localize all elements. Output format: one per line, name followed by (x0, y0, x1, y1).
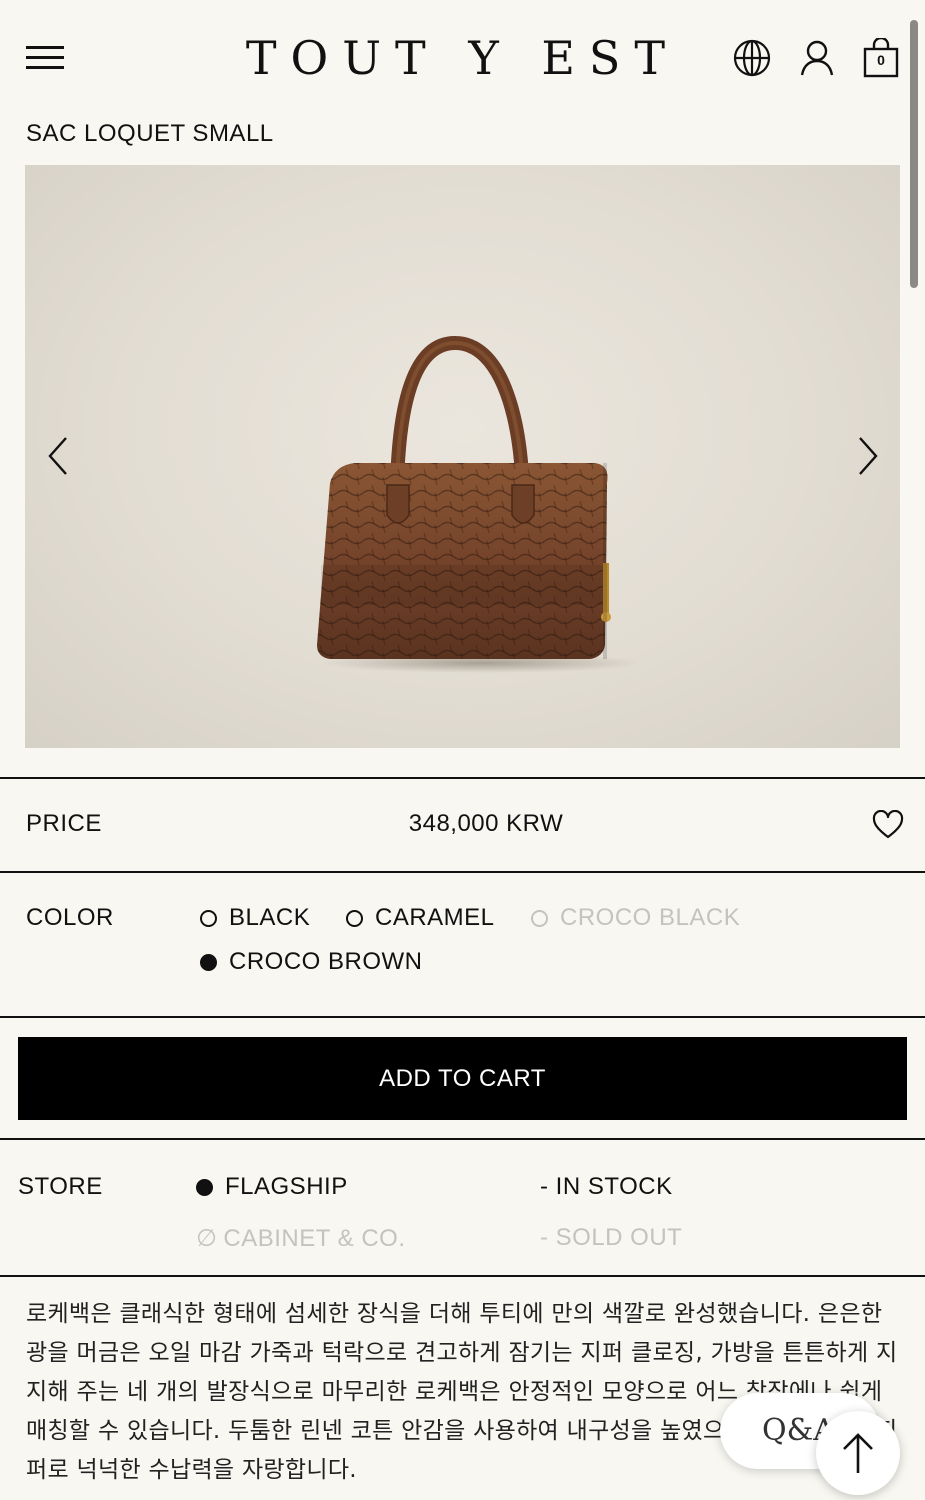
product-title: SAC LOQUET SMALL (26, 120, 274, 147)
store-name: FLAGSHIP (225, 1173, 348, 1200)
scrollbar-thumb[interactable] (910, 20, 918, 288)
brand-logo[interactable]: TOUT Y EST (200, 28, 725, 88)
cart-count-badge: 0 (877, 52, 885, 68)
radio-empty-icon (346, 909, 363, 927)
divider (0, 777, 925, 779)
divider (0, 871, 925, 873)
product-image (25, 165, 900, 748)
divider (0, 1138, 925, 1140)
stock-status: - IN STOCK (540, 1173, 673, 1200)
gallery-prev-button[interactable] (38, 430, 78, 482)
bag-illustration (317, 335, 642, 673)
stock-status: - SOLD OUT (540, 1224, 683, 1251)
color-option-croco-black: CROCO BLACK (531, 904, 740, 932)
unavailable-icon: ∅ (196, 1225, 218, 1252)
wishlist-button[interactable] (872, 809, 904, 840)
add-to-cart-button[interactable]: ADD TO CART (18, 1037, 907, 1120)
radio-selected-icon (200, 953, 217, 971)
divider (0, 1016, 925, 1018)
color-option-label: CROCO BROWN (229, 948, 423, 975)
radio-empty-icon (531, 909, 548, 927)
color-option-label: CROCO BLACK (560, 904, 741, 931)
radio-selected-icon (196, 1178, 213, 1196)
store-label: STORE (18, 1173, 103, 1200)
color-option-label: BLACK (229, 904, 311, 931)
hamburger-menu-icon[interactable] (26, 42, 66, 74)
store-option-cabinet: ∅ CABINET & CO. (196, 1224, 406, 1253)
color-option-black[interactable]: BLACK (200, 904, 310, 932)
heart-icon (872, 809, 904, 839)
price-value: 348,000 KRW (408, 810, 564, 837)
color-label: COLOR (26, 904, 114, 931)
chevron-left-icon (48, 437, 67, 475)
gallery-next-button[interactable] (848, 430, 888, 482)
globe-icon[interactable] (732, 38, 772, 78)
store-name: CABINET & CO. (223, 1224, 406, 1252)
store-option-flagship[interactable]: FLAGSHIP (196, 1173, 348, 1201)
arrow-up-icon (843, 1433, 873, 1473)
user-icon[interactable] (797, 38, 837, 78)
shopping-bag-icon[interactable]: 0 (862, 38, 900, 78)
scroll-top-button[interactable] (816, 1411, 900, 1495)
color-option-caramel[interactable]: CARAMEL (346, 904, 495, 932)
chevron-right-icon (859, 437, 878, 475)
divider (0, 1275, 925, 1277)
radio-empty-icon (200, 909, 217, 927)
color-option-croco-brown[interactable]: CROCO BROWN (200, 948, 423, 976)
color-option-label: CARAMEL (375, 904, 495, 931)
price-label: PRICE (26, 810, 102, 837)
